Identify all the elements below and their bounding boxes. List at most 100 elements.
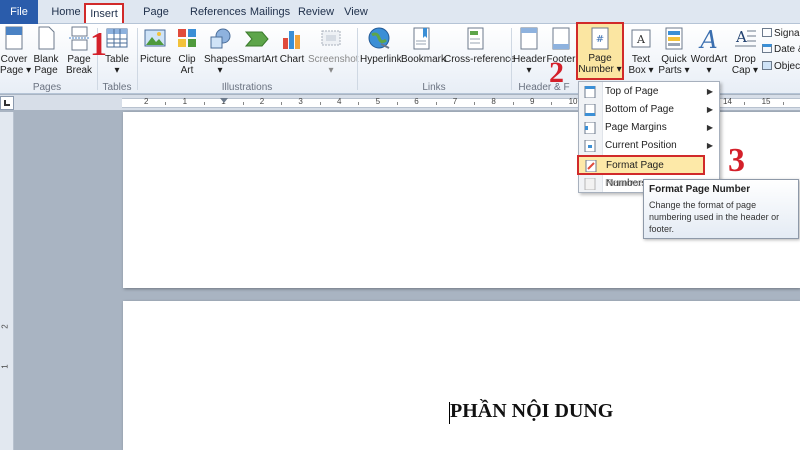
tab-insert[interactable]: Insert xyxy=(84,3,124,23)
ruler-tick xyxy=(165,102,167,105)
menu-item-format-page-numbers[interactable]: Format Page Numbers... xyxy=(577,155,705,189)
submenu-arrow-icon: ▶ xyxy=(706,87,713,96)
group-label-links: Links xyxy=(422,82,446,93)
drop-cap-icon: A xyxy=(735,28,756,47)
date-time-button[interactable]: Date & xyxy=(762,44,800,56)
bottom-of-page-icon xyxy=(584,104,596,116)
screenshot-label: Screenshot xyxy=(308,54,359,65)
header-dropdown-arrow: ▾ xyxy=(526,65,532,76)
picture-icon xyxy=(144,29,166,47)
header-label: Header xyxy=(513,54,546,65)
bookmark-button[interactable]: Bookmark xyxy=(401,26,447,65)
group-label-pages: Pages xyxy=(32,82,62,93)
tab-page-layout[interactable]: Page Layout xyxy=(127,3,185,37)
menu-item-current-position[interactable]: Current Position ▶ xyxy=(579,137,719,155)
blank-page-button[interactable]: Blank Page xyxy=(32,26,60,76)
cover-page-icon xyxy=(5,26,23,50)
ruler-number: 4 xyxy=(337,97,342,106)
signature-icon xyxy=(762,28,772,37)
vertical-ruler-number: 1 xyxy=(0,364,10,369)
svg-text:A: A xyxy=(636,33,646,46)
clip-art-icon xyxy=(178,29,196,47)
clip-art-button[interactable]: Clip Art xyxy=(175,26,199,76)
tab-file[interactable]: File xyxy=(0,0,38,24)
ruler-tick xyxy=(744,102,746,105)
shapes-button[interactable]: Shapes ▾ xyxy=(204,26,238,76)
tab-stop-icon xyxy=(4,100,10,106)
page-number-label-1: Page xyxy=(588,53,612,64)
page-number-label-2: Number ▾ xyxy=(578,64,622,75)
ruler-number: 7 xyxy=(452,97,458,106)
signature-line-button[interactable]: Signa xyxy=(762,28,800,40)
ruler-number: 2 xyxy=(144,97,149,106)
ruler-tick xyxy=(474,102,476,105)
page-break-label-2: Break xyxy=(65,65,93,76)
date-time-label: Date & xyxy=(774,44,800,55)
indent-marker[interactable] xyxy=(220,98,228,103)
vertical-ruler[interactable]: 21 xyxy=(0,112,14,450)
hyperlink-icon xyxy=(368,27,390,49)
object-icon xyxy=(762,61,772,70)
bookmark-icon xyxy=(413,27,430,50)
footer-icon xyxy=(552,27,570,50)
page-number-icon: # xyxy=(591,27,609,50)
tab-review[interactable]: Review xyxy=(297,3,335,23)
wordart-button[interactable]: A WordArt ▾ xyxy=(690,26,728,76)
picture-button[interactable]: Picture xyxy=(140,26,172,65)
format-page-numbers-icon xyxy=(585,160,597,172)
tab-selector[interactable] xyxy=(0,96,14,110)
menu-item-bottom-of-page[interactable]: Bottom of Page ▶ xyxy=(579,101,719,119)
page-number-button[interactable]: # Page Number ▾ xyxy=(576,22,624,80)
menu-item-page-margins[interactable]: Page Margins ▶ xyxy=(579,119,719,137)
bookmark-label: Bookmark xyxy=(401,54,447,65)
text-box-button[interactable]: A Text Box ▾ xyxy=(626,26,656,76)
cross-reference-button[interactable]: Cross-reference xyxy=(444,26,516,65)
tab-home[interactable]: Home xyxy=(46,3,86,23)
ruler-number: 5 xyxy=(375,97,381,106)
smartart-button[interactable]: SmartArt xyxy=(238,26,277,65)
ruler-number: 14 xyxy=(723,97,732,106)
step-number-2: 2 xyxy=(549,56,564,89)
quick-parts-button[interactable]: Quick Parts ▾ xyxy=(658,26,690,76)
header-button[interactable]: Header ▾ xyxy=(513,26,546,76)
ruler-tick xyxy=(319,102,321,105)
ruler-tick xyxy=(551,102,553,105)
hyperlink-label: Hyperlink xyxy=(360,54,402,65)
table-dropdown-arrow: ▾ xyxy=(114,65,120,76)
quick-parts-icon xyxy=(665,27,683,50)
cross-reference-icon xyxy=(467,27,484,50)
tooltip-body: Change the format of page numbering used… xyxy=(649,200,780,234)
drop-cap-button[interactable]: A Drop Cap ▾ xyxy=(730,26,760,76)
group-label-header-footer: Header & F xyxy=(518,82,570,93)
submenu-arrow-icon: ▶ xyxy=(706,141,713,150)
ruler-tick xyxy=(281,102,283,105)
quick-parts-label-1: Quick xyxy=(661,54,687,65)
ruler-tick xyxy=(435,102,437,105)
tab-references[interactable]: References xyxy=(190,3,246,23)
svg-text:A: A xyxy=(735,28,747,46)
chart-button[interactable]: Chart xyxy=(279,26,305,65)
hyperlink-button[interactable]: Hyperlink xyxy=(360,26,402,65)
object-button[interactable]: Objec xyxy=(762,61,800,73)
ruler-tick xyxy=(242,102,244,105)
drop-cap-label-1: Drop xyxy=(734,54,756,65)
ruler-number: 2 xyxy=(259,97,265,106)
tab-view[interactable]: View xyxy=(341,3,371,23)
menu-item-top-of-page[interactable]: Top of Page ▶ xyxy=(579,83,719,101)
picture-label: Picture xyxy=(140,54,172,65)
step-number-1: 1 xyxy=(90,26,107,63)
top-of-page-icon xyxy=(584,86,596,98)
cross-reference-label: Cross-reference xyxy=(444,54,516,65)
tab-mailings[interactable]: Mailings xyxy=(249,3,291,23)
ruler-number: 10 xyxy=(568,97,578,106)
chart-icon xyxy=(283,31,300,49)
format-page-number-tooltip: Format Page Number Change the format of … xyxy=(643,179,799,239)
text-box-label-1: Text xyxy=(631,54,651,65)
screenshot-icon xyxy=(321,30,341,46)
wordart-icon: A xyxy=(698,26,717,52)
group-separator xyxy=(137,28,138,90)
screenshot-button[interactable]: Screenshot ▾ xyxy=(308,26,359,76)
blank-page-label-1: Blank xyxy=(33,54,59,65)
document-page-2[interactable] xyxy=(123,301,800,450)
cover-page-button[interactable]: Cover Page ▾ xyxy=(0,26,31,76)
